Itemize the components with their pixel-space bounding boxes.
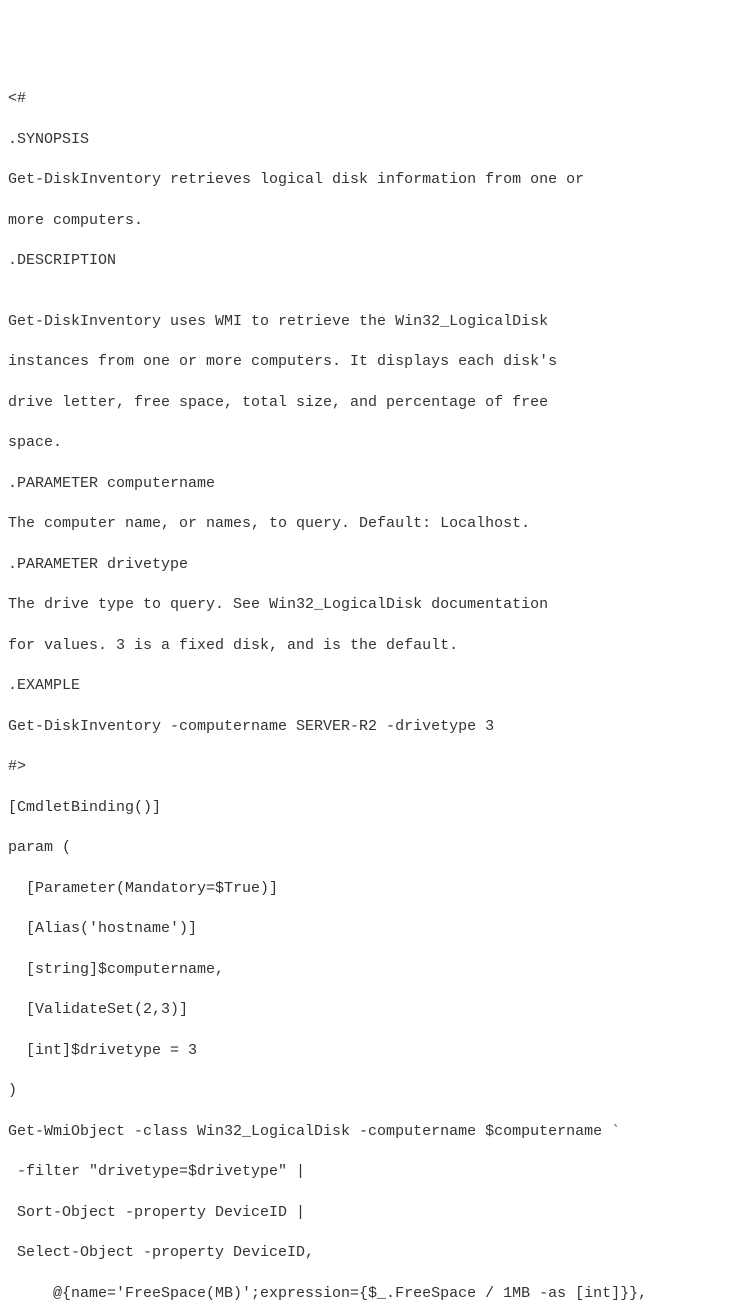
code-line: ): [8, 1081, 742, 1101]
code-line: [CmdletBinding()]: [8, 798, 742, 818]
code-line: Get-WmiObject -class Win32_LogicalDisk -…: [8, 1122, 742, 1142]
code-line: .DESCRIPTION: [8, 251, 742, 271]
code-line: more computers.: [8, 211, 742, 231]
code-line: Sort-Object -property DeviceID |: [8, 1203, 742, 1223]
code-line: space.: [8, 433, 742, 453]
code-line: #>: [8, 757, 742, 777]
code-line: <#: [8, 89, 742, 109]
code-line: [Parameter(Mandatory=$True)]: [8, 879, 742, 899]
code-line: param (: [8, 838, 742, 858]
code-line: .SYNOPSIS: [8, 130, 742, 150]
code-line: @{name='FreeSpace(MB)';expression={$_.Fr…: [8, 1284, 742, 1304]
code-line: for values. 3 is a fixed disk, and is th…: [8, 636, 742, 656]
code-line: The drive type to query. See Win32_Logic…: [8, 595, 742, 615]
code-line: [Alias('hostname')]: [8, 919, 742, 939]
code-line: -filter "drivetype=$drivetype" |: [8, 1162, 742, 1182]
code-line: Get-DiskInventory uses WMI to retrieve t…: [8, 312, 742, 332]
code-line: Get-DiskInventory retrieves logical disk…: [8, 170, 742, 190]
code-line: instances from one or more computers. It…: [8, 352, 742, 372]
code-line: Get-DiskInventory -computername SERVER-R…: [8, 717, 742, 737]
code-line: .EXAMPLE: [8, 676, 742, 696]
code-line: Select-Object -property DeviceID,: [8, 1243, 742, 1263]
code-line: The computer name, or names, to query. D…: [8, 514, 742, 534]
code-line: .PARAMETER computername: [8, 474, 742, 494]
code-line: [int]$drivetype = 3: [8, 1041, 742, 1061]
code-line: .PARAMETER drivetype: [8, 555, 742, 575]
code-line: drive letter, free space, total size, an…: [8, 393, 742, 413]
code-line: [ValidateSet(2,3)]: [8, 1000, 742, 1020]
code-line: [string]$computername,: [8, 960, 742, 980]
